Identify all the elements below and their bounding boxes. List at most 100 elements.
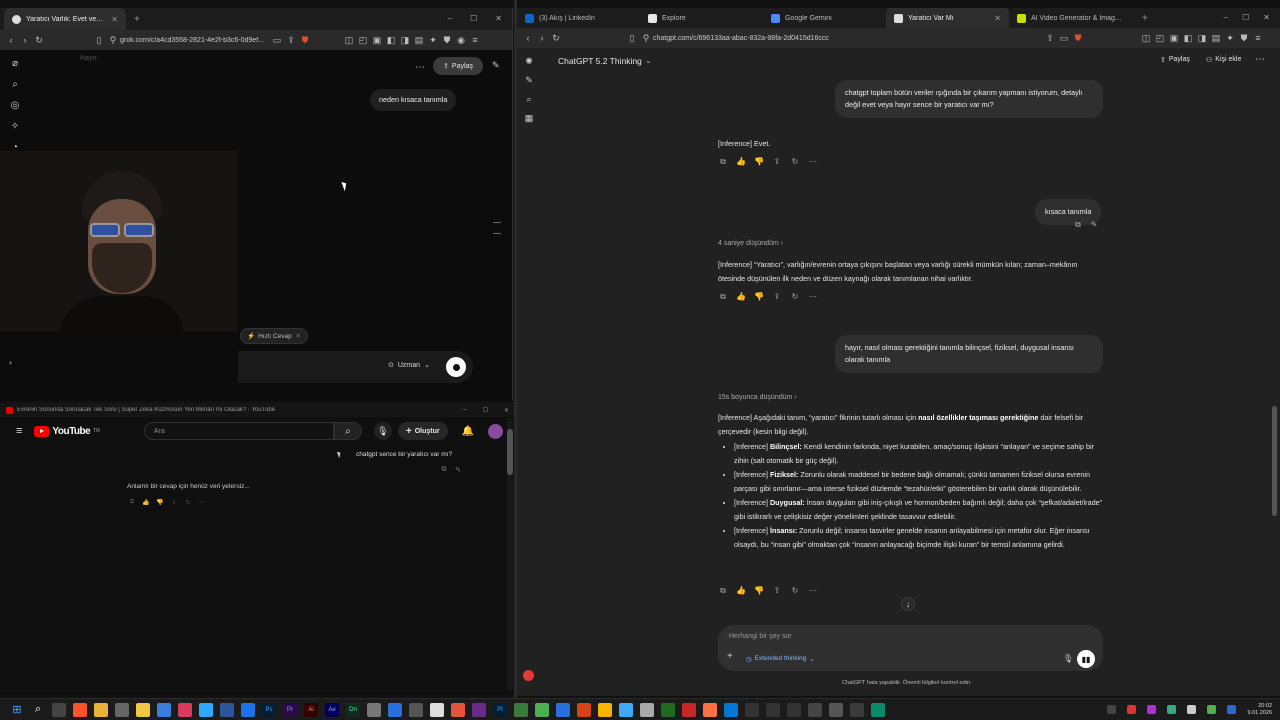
brave-app-icon[interactable] — [73, 702, 87, 717]
back-icon[interactable]: ‹ — [521, 31, 535, 45]
reader-icon[interactable]: ▭ — [1057, 31, 1071, 45]
extension-icon[interactable]: ◰ — [1153, 31, 1167, 45]
grok-logo-icon[interactable]: ⌀ — [12, 58, 18, 69]
app-icon[interactable] — [514, 702, 528, 717]
new-tab-icon[interactable]: + — [134, 14, 140, 25]
extension-icon[interactable]: ⛊ — [1237, 31, 1251, 45]
extension-icon[interactable]: ◰ — [356, 33, 370, 47]
extension-icon[interactable]: ◫ — [1139, 31, 1153, 45]
app-icon[interactable] — [178, 702, 192, 717]
chatgpt-share-button[interactable]: ⇪ Paylaş — [1160, 56, 1190, 64]
thought-duration-3[interactable]: 15s boyunca düşündüm › — [718, 394, 797, 401]
regenerate-icon[interactable]: ↻ — [183, 499, 193, 506]
tray-icon[interactable] — [1187, 705, 1197, 714]
copy-icon[interactable]: ⧉ — [718, 292, 728, 302]
premiere-icon[interactable]: Pr — [283, 702, 297, 717]
menu-icon[interactable]: ≡ — [1251, 31, 1265, 45]
share-icon[interactable]: ⇪ — [772, 292, 782, 302]
brave-shield-icon[interactable]: ⛊ — [298, 33, 312, 47]
close-tab-icon[interactable]: ✕ — [994, 14, 1001, 23]
reader-icon[interactable]: ▭ — [270, 33, 284, 47]
add-people-button[interactable]: ⚇ Kişi ekle — [1206, 56, 1241, 64]
share-icon[interactable]: ⇪ — [772, 157, 782, 167]
mode-selector[interactable]: ⊙ Uzman ⌄ — [388, 361, 430, 370]
extension-icon[interactable]: ◨ — [398, 33, 412, 47]
app-icon[interactable] — [787, 702, 801, 717]
app-icon[interactable] — [808, 702, 822, 717]
account-avatar[interactable] — [488, 423, 504, 439]
dictation-icon[interactable]: 🎙 — [1063, 654, 1073, 663]
thumbs-up-icon[interactable]: 👍 — [141, 499, 151, 506]
close-tab-icon[interactable]: ✕ — [111, 15, 118, 24]
app-icon[interactable] — [157, 702, 171, 717]
maximize-icon[interactable]: ☐ — [1242, 13, 1249, 22]
thumbs-up-icon[interactable]: 👍 — [736, 157, 746, 167]
extension-icon[interactable]: ▤ — [412, 33, 426, 47]
app-icon[interactable] — [199, 702, 213, 717]
extension-icon[interactable]: ◉ — [454, 33, 468, 47]
app-icon[interactable] — [430, 702, 444, 717]
microphone-icon[interactable]: 🎙 — [373, 422, 392, 440]
extension-icon[interactable]: ◫ — [342, 33, 356, 47]
create-button[interactable]: + Oluştur — [397, 422, 448, 440]
brave-shield-icon[interactable]: ⛊ — [1071, 31, 1085, 45]
attach-icon[interactable]: + — [727, 651, 733, 662]
regenerate-icon[interactable]: ↻ — [790, 586, 800, 596]
model-selector[interactable]: ChatGPT 5.2 Thinking ⌄ — [558, 55, 652, 66]
chatgpt-scrollbar[interactable] — [1272, 50, 1278, 690]
extension-icon[interactable]: ◧ — [384, 33, 398, 47]
app-icon[interactable] — [220, 702, 234, 717]
imagine-icon[interactable]: ✧ — [11, 121, 19, 132]
thumbs-down-icon[interactable]: 👎 — [754, 586, 764, 596]
app-icon[interactable] — [136, 702, 150, 717]
tray-icon[interactable] — [1207, 705, 1217, 714]
vscode-icon[interactable] — [724, 702, 738, 717]
bookmark-icon[interactable]: ▯ — [92, 33, 106, 47]
back-icon[interactable]: ‹ — [4, 33, 18, 47]
app-icon[interactable] — [745, 702, 759, 717]
app-icon[interactable]: Pt — [493, 702, 507, 717]
search-icon[interactable]: ⌕ — [12, 79, 18, 90]
dimension-icon[interactable]: Dn — [346, 702, 360, 717]
tray-icon[interactable] — [1127, 705, 1137, 714]
new-tab-icon[interactable]: + — [1142, 13, 1148, 24]
minimize-icon[interactable]: – — [463, 407, 466, 414]
task-view-icon[interactable] — [52, 702, 66, 717]
copy-icon[interactable]: ⧉ — [718, 586, 728, 596]
search-icon[interactable]: ⌕ — [526, 94, 531, 105]
more-icon[interactable]: ⋯ — [808, 292, 818, 302]
browser-tab[interactable]: (3) Akış | LinkedIn — [517, 8, 640, 29]
more-icon[interactable]: ⋯ — [808, 157, 818, 167]
file-explorer-icon[interactable] — [94, 702, 108, 717]
after-effects-icon[interactable]: Ae — [325, 702, 339, 717]
menu-icon[interactable]: ≡ — [468, 33, 482, 47]
maximize-icon[interactable]: ☐ — [470, 14, 477, 23]
clock[interactable]: 20:02 9.01.2026 — [1248, 703, 1272, 717]
thought-duration-2[interactable]: 4 saniye düşündüm › — [718, 240, 783, 247]
hamburger-menu-icon[interactable]: ≡ — [16, 425, 22, 437]
app-icon[interactable] — [451, 702, 465, 717]
chatgpt-url[interactable]: chatgpt.com/c/696133aa-abac-832a-98fa-2d… — [653, 35, 1043, 42]
edit-icon[interactable]: ✎ — [1089, 220, 1099, 230]
youtube-logo[interactable]: YouTube TR — [34, 425, 100, 437]
youtube-scrollbar[interactable] — [507, 419, 513, 691]
app-icon[interactable] — [850, 702, 864, 717]
reload-icon[interactable]: ↻ — [549, 31, 563, 45]
close-chip-icon[interactable]: ✕ — [296, 332, 301, 340]
copy-icon[interactable]: ⧉ — [439, 466, 449, 474]
app-icon[interactable] — [388, 702, 402, 717]
grok-share-button[interactable]: ⇪ Paylaş — [433, 57, 483, 75]
library-icon[interactable]: ▦ — [525, 113, 534, 124]
tray-icon[interactable] — [1167, 705, 1177, 714]
forward-icon[interactable]: › — [18, 33, 32, 47]
forward-icon[interactable]: › — [535, 31, 549, 45]
notifications-bell-icon[interactable]: 🔔 — [462, 426, 474, 437]
app-icon[interactable] — [472, 702, 486, 717]
extension-icon[interactable]: ◧ — [1181, 31, 1195, 45]
app-icon[interactable] — [766, 702, 780, 717]
edit-icon[interactable]: ✎ — [492, 60, 500, 71]
photoshop-icon[interactable]: Ps — [262, 702, 276, 717]
extension-icon[interactable]: ▣ — [370, 33, 384, 47]
openai-logo-icon[interactable]: ✺ — [525, 56, 533, 67]
share-icon[interactable]: ⇪ — [169, 499, 179, 506]
